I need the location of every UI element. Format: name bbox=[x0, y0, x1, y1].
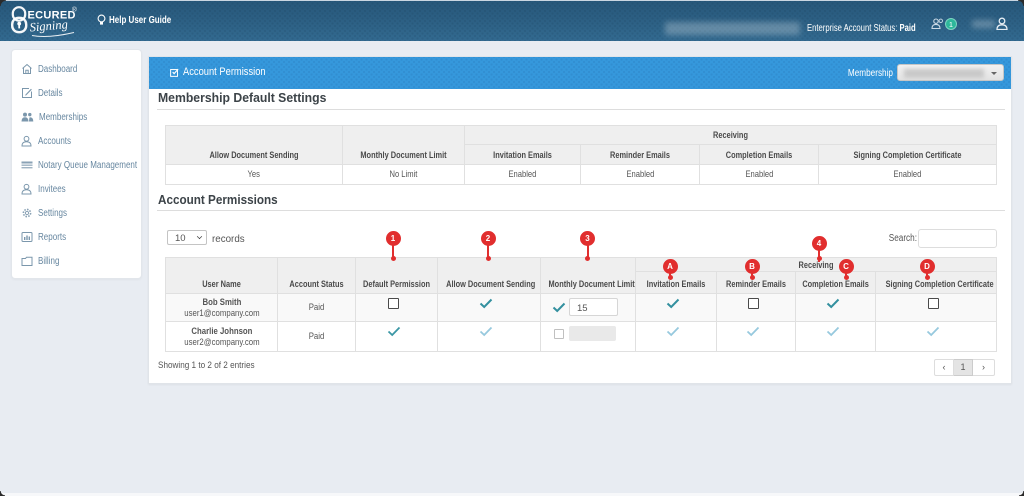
svg-text:Signing: Signing bbox=[29, 17, 68, 34]
svg-text:®: ® bbox=[72, 6, 77, 14]
